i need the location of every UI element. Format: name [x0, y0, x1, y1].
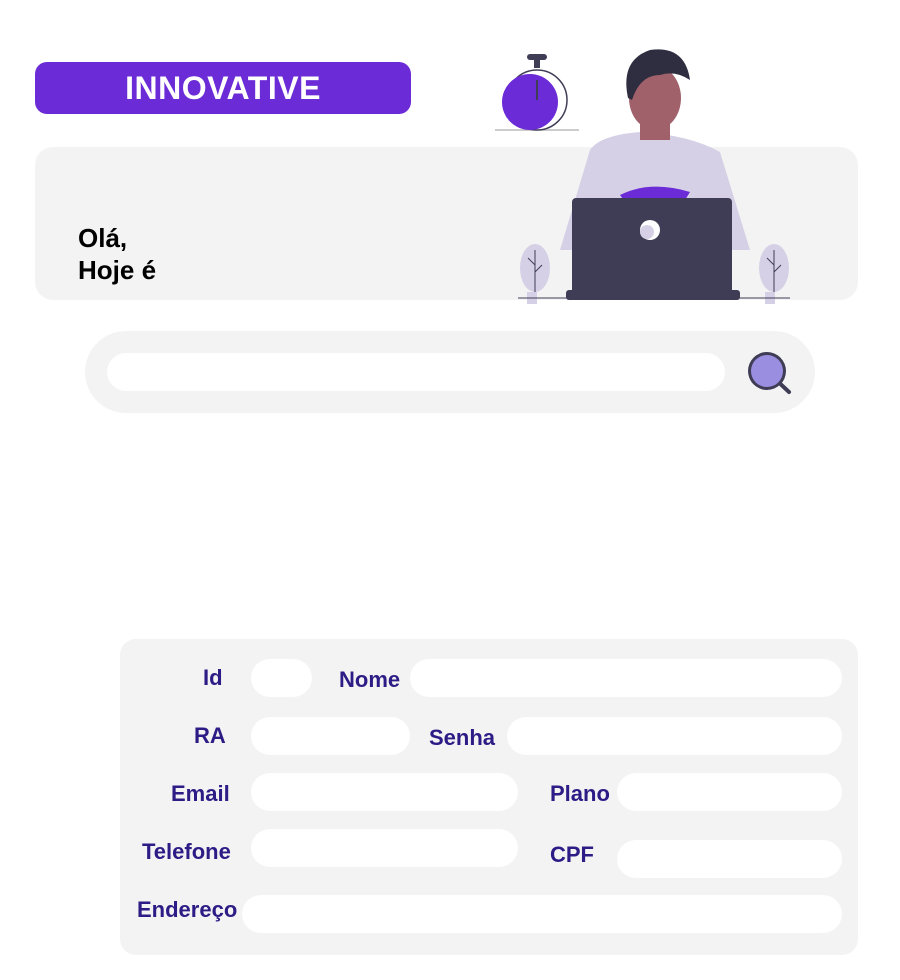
plant-left-icon: [520, 244, 550, 304]
id-field[interactable]: [251, 659, 312, 697]
telefone-label: Telefone: [142, 839, 231, 864]
plant-right-icon: [759, 244, 789, 304]
greeting-hello: Olá,: [78, 223, 128, 253]
telefone-field[interactable]: [251, 829, 518, 867]
senha-field[interactable]: [507, 717, 842, 755]
plano-label: Plano: [550, 781, 610, 806]
email-field[interactable]: [251, 773, 518, 811]
laptop-icon: [566, 198, 740, 300]
cpf-label: CPF: [550, 842, 594, 867]
plano-field[interactable]: [617, 773, 842, 811]
search-bar: [85, 331, 815, 413]
stopwatch-icon: [495, 54, 579, 131]
nome-label: Nome: [339, 667, 401, 692]
nome-field[interactable]: [410, 659, 842, 697]
search-input[interactable]: [107, 353, 725, 391]
brand-name: INNOVATIVE: [125, 69, 321, 106]
email-label: Email: [171, 781, 230, 806]
ra-label: RA: [194, 723, 226, 748]
id-label: Id: [203, 665, 223, 690]
person-laptop-illustration: [495, 49, 790, 304]
search-icon[interactable]: [745, 349, 793, 397]
senha-label: Senha: [429, 725, 496, 750]
greeting: Olá, Hoje é: [78, 222, 156, 286]
brand-banner: INNOVATIVE: [35, 62, 411, 114]
endereco-label: Endereço: [137, 897, 238, 922]
ra-field[interactable]: [251, 717, 410, 755]
cpf-field[interactable]: [617, 840, 842, 878]
endereco-field[interactable]: [242, 895, 842, 933]
greeting-date: Hoje é: [78, 255, 157, 285]
